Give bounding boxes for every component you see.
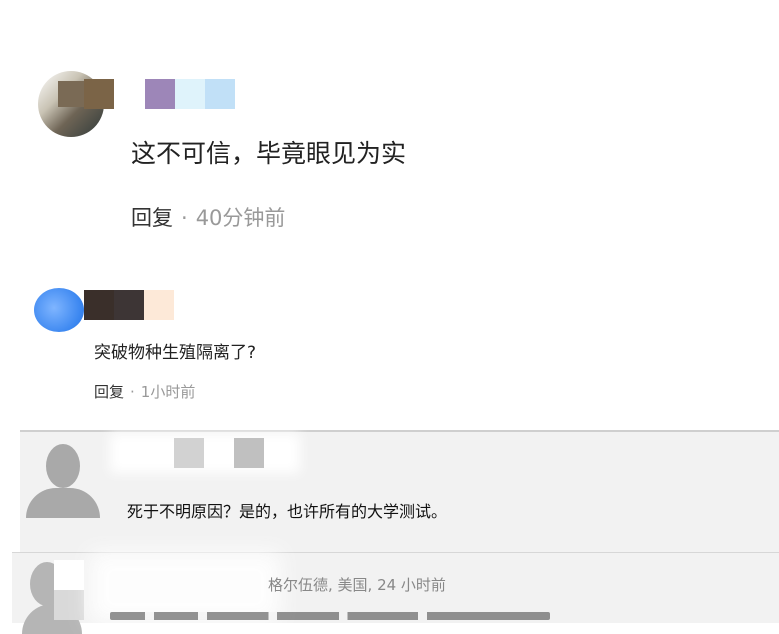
comment-text-cutoff xyxy=(110,612,550,620)
timestamp: 40分钟前 xyxy=(195,206,286,230)
separator-dot: · xyxy=(181,206,188,230)
username-blur xyxy=(110,433,300,473)
commenter-avatar[interactable] xyxy=(34,288,84,332)
comment-meta: 格尔伍德, 美国, 24 小时前 xyxy=(268,576,446,594)
separator-dot: · xyxy=(130,383,135,401)
comment-text: 这不可信，毕竟眼见为实 xyxy=(131,139,407,168)
default-avatar-icon[interactable] xyxy=(22,560,86,634)
timestamp: 1小时前 xyxy=(140,383,196,401)
comment-meta: 回复 · 1小时前 xyxy=(94,381,195,402)
reply-button[interactable]: 回复 xyxy=(131,206,173,230)
reply-button[interactable]: 回复 xyxy=(94,383,124,401)
comment-text: 突破物种生殖隔离了? xyxy=(94,343,257,363)
default-avatar-icon[interactable] xyxy=(22,438,104,520)
comment-text: 死于不明原因？是的，也许所有的大学测试。 xyxy=(127,502,448,521)
comment-meta: 回复 · 40分钟前 xyxy=(131,202,285,232)
